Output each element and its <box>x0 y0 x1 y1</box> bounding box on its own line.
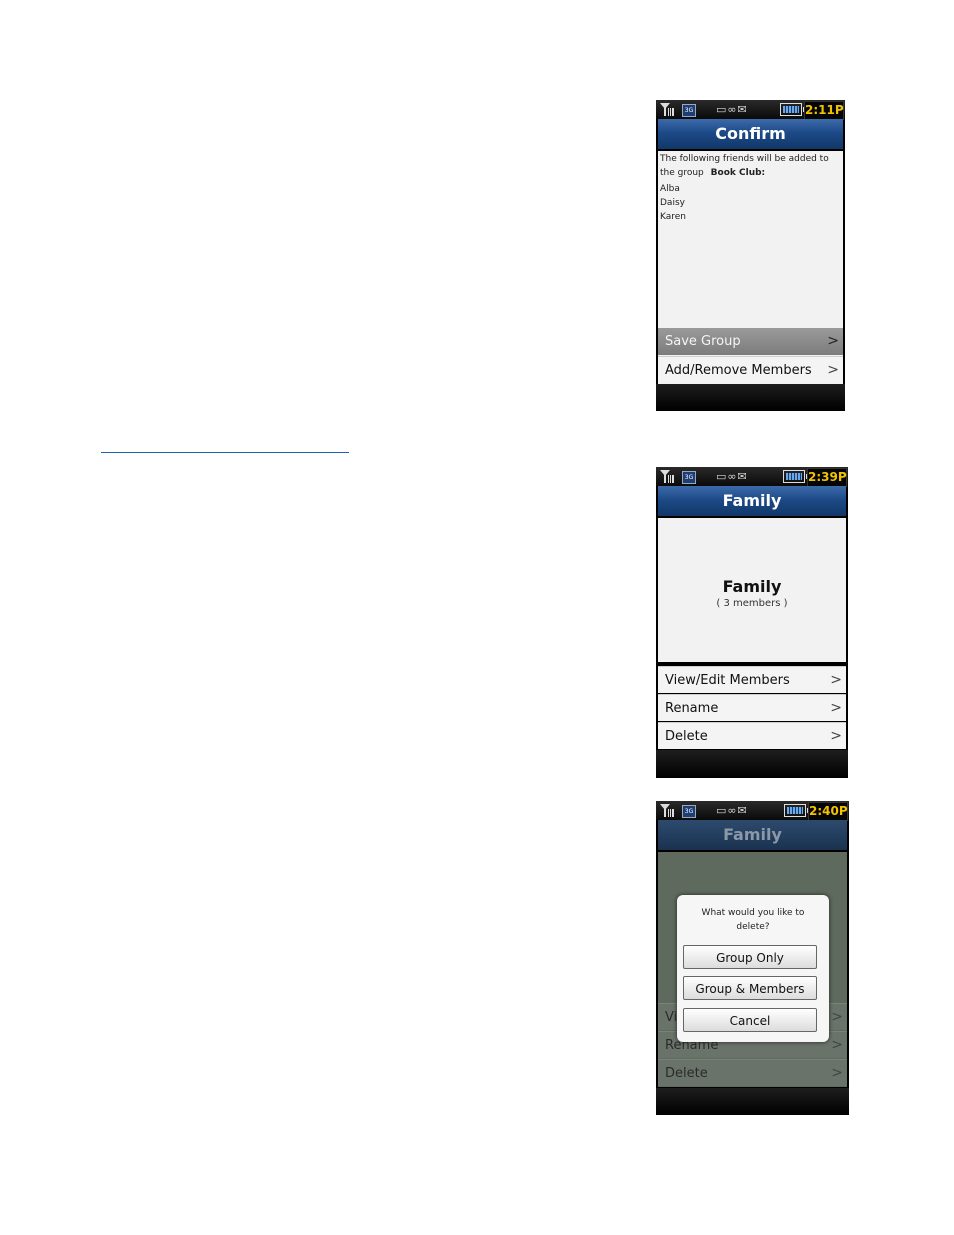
message-status-icons: ▭∞✉ <box>716 470 748 483</box>
clock: 2:11P <box>804 101 844 120</box>
status-bar: 3G ▭∞✉ 2:39P <box>656 467 848 487</box>
menu-label: Delete <box>665 729 708 744</box>
cancel-button[interactable]: Cancel <box>683 1008 817 1032</box>
member-list: Alba Daisy Karen <box>660 182 841 224</box>
softkey-bar <box>656 1088 849 1115</box>
intro-text-line2: the group <box>660 168 704 178</box>
delete-button[interactable]: Delete > <box>658 1059 847 1086</box>
delete-dialog: What would you like to delete? Group Onl… <box>677 895 829 1042</box>
screen-title: Family <box>658 486 846 516</box>
battery-icon <box>783 470 808 483</box>
chevron-right-icon: > <box>830 700 842 716</box>
intro-text-line2-row: the group Book Club: <box>660 166 841 180</box>
message-status-icons: ▭∞✉ <box>716 103 748 116</box>
delete-button[interactable]: Delete > <box>658 722 846 749</box>
network-3g-icon: 3G <box>682 805 696 818</box>
battery-icon <box>784 804 809 817</box>
menu-label: Vi <box>665 1010 678 1025</box>
status-bar: 3G ▭∞✉ 2:40P <box>656 801 849 821</box>
menu-label: Rename <box>665 701 719 716</box>
dialog-prompt-line1: What would you like to <box>701 908 805 918</box>
chevron-right-icon: > <box>827 362 839 378</box>
network-3g-icon: 3G <box>682 471 696 484</box>
view-edit-members-button[interactable]: View/Edit Members > <box>658 666 846 693</box>
status-bar: 3G ▭∞✉ 2:11P <box>656 100 845 120</box>
clock: 2:40P <box>808 802 848 821</box>
phone-screen-family: 3G ▭∞✉ 2:39P Family Family ( 3 members )… <box>656 467 848 778</box>
member-name: Karen <box>660 212 687 222</box>
document-link-underline[interactable] <box>101 452 349 453</box>
network-3g-icon: 3G <box>682 104 696 117</box>
rename-button[interactable]: Rename > <box>658 694 846 721</box>
phone-screen-delete-dialog: 3G ▭∞✉ 2:40P Family Vi > Rename > Delete… <box>656 801 849 1115</box>
group-title: Family <box>722 577 782 596</box>
chevron-right-icon: > <box>830 672 842 688</box>
signal-bars-icon <box>668 475 674 483</box>
clock: 2:39P <box>807 468 847 487</box>
chevron-right-icon: > <box>830 728 842 744</box>
battery-icon <box>780 103 805 116</box>
menu-label: Add/Remove Members <box>665 363 812 378</box>
dialog-prompt-line2: delete? <box>736 922 770 932</box>
softkey-bar <box>656 750 848 778</box>
menu-label: View/Edit Members <box>665 673 790 688</box>
add-remove-members-button[interactable]: Add/Remove Members > <box>658 356 843 383</box>
intro-text-line1: The following friends will be added to <box>660 154 829 164</box>
signal-bars-icon <box>668 108 674 116</box>
group-only-button[interactable]: Group Only <box>683 945 817 969</box>
menu-label: Delete <box>665 1066 708 1081</box>
phone-screen-confirm: 3G ▭∞✉ 2:11P Confirm The following frien… <box>656 100 845 411</box>
chevron-right-icon: > <box>831 1065 843 1081</box>
chevron-right-icon: > <box>827 333 839 349</box>
save-group-button[interactable]: Save Group > <box>658 328 843 355</box>
group-and-members-button[interactable]: Group & Members <box>683 976 817 1000</box>
member-name: Alba <box>660 184 680 194</box>
member-count: ( 3 members ) <box>716 598 788 609</box>
chevron-right-icon: > <box>831 1009 843 1025</box>
signal-bars-icon <box>668 809 674 817</box>
member-name: Daisy <box>660 198 685 208</box>
softkey-bar <box>656 384 845 411</box>
menu-label: Save Group <box>665 334 741 349</box>
screen-title: Family <box>658 820 847 850</box>
screen-title: Confirm <box>658 119 843 149</box>
chevron-right-icon: > <box>831 1037 843 1053</box>
group-name: Book Club: <box>710 168 766 178</box>
group-info-panel: Family ( 3 members ) <box>658 518 846 662</box>
dialog-prompt: What would you like to delete? <box>677 906 829 934</box>
message-status-icons: ▭∞✉ <box>716 804 748 817</box>
